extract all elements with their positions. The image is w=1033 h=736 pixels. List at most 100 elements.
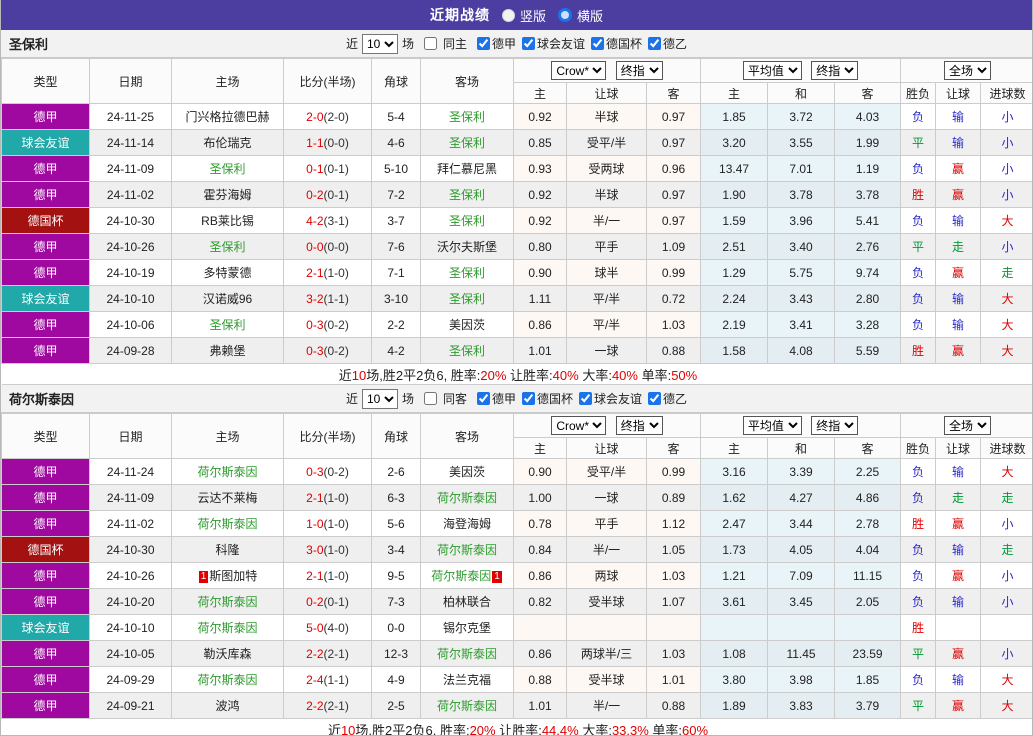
league-checkbox[interactable] [522,391,535,405]
away-team-link[interactable]: 圣保利 [449,214,485,228]
home-team-link[interactable]: 波鸿 [215,699,239,713]
league-filter-1[interactable]: 德甲 [471,390,516,407]
home-team-link[interactable]: 科隆 [215,543,239,557]
league-filter-2[interactable]: 德国杯 [516,390,573,407]
average-select[interactable]: 平均值 [742,416,802,435]
odds-handicap-cell: 半/一 [566,536,647,563]
score-cell: 2-1(1-0) [283,484,372,511]
avg-draw-cell: 4.05 [767,536,836,563]
league-checkbox[interactable] [579,391,593,405]
odds-away-cell: 0.97 [645,181,702,208]
match-date: 24-10-30 [89,536,172,563]
handicap-result-cell: 赢 [935,155,982,182]
layout-radio-horizontal[interactable]: 横版 [558,6,603,25]
away-team-link[interactable]: 圣保利 [449,292,485,306]
away-team-link[interactable]: 圣保利 [449,344,485,358]
away-team-link[interactable]: 荷尔斯泰因 [437,543,497,557]
away-team-link[interactable]: 拜仁慕尼黑 [437,162,497,176]
home-team-link[interactable]: 荷尔斯泰因 [197,621,257,635]
league-filter-3[interactable]: 德国杯 [585,35,642,52]
final-odds-select[interactable]: 终指 [615,61,663,80]
score-cell: 5-0(4-0) [283,614,372,641]
away-team-link[interactable]: 锡尔克堡 [443,621,491,635]
home-team-link[interactable]: 弗赖堡 [209,344,245,358]
away-team-link[interactable]: 美因茨 [449,465,485,479]
halftime-score: (1-0) [323,265,349,280]
league-type-cell: 球会友谊 [1,285,90,312]
col-type: 类型 [1,413,90,459]
result-cell: 负 [900,666,937,693]
league-checkbox[interactable] [476,391,490,405]
same-venue-checkbox[interactable] [423,392,437,405]
away-team-cell: 锡尔克堡 [420,614,514,641]
home-team-link[interactable]: 圣保利 [209,162,245,176]
away-team-link[interactable]: 圣保利 [449,136,485,150]
corner-cell: 4-2 [371,337,421,364]
average-select[interactable]: 平均值 [742,61,802,80]
halftime-score: (0-0) [323,135,349,150]
score-cell: 3-2(1-1) [283,285,372,312]
league-filter-4[interactable]: 德乙 [642,390,687,407]
avg-draw-cell: 3.39 [767,458,836,485]
home-team-link[interactable]: 布伦瑞克 [203,136,251,150]
halftime-score: (0-1) [323,594,349,609]
games-count-select[interactable]: 10 [361,388,398,409]
home-team-link[interactable]: 霍芬海姆 [203,188,251,202]
away-team-link[interactable]: 圣保利 [449,110,485,124]
league-checkbox[interactable] [648,36,662,50]
same-venue-checkbox[interactable] [423,37,437,50]
league-checkbox[interactable] [648,391,662,405]
league-checkbox[interactable] [476,36,490,50]
result-cell: 胜 [900,510,937,537]
league-filter-4[interactable]: 德乙 [642,35,687,52]
home-team-link[interactable]: 圣保利 [209,318,245,332]
home-team-link[interactable]: 荷尔斯泰因 [197,465,257,479]
final-odds-select[interactable]: 终指 [615,416,663,435]
league-checkbox[interactable] [522,36,535,50]
home-team-link[interactable]: 勒沃库森 [203,647,251,661]
games-count-select[interactable]: 10 [361,33,398,54]
avg-away-cell: 3.28 [834,311,902,338]
bookmaker-select[interactable]: Crow* [551,61,607,80]
away-team-link[interactable]: 圣保利 [449,266,485,280]
away-team-cell: 荷尔斯泰因 [420,484,514,511]
away-team-link[interactable]: 柏林联合 [443,595,491,609]
result-cell: 负 [900,259,937,286]
match-row: 球会友谊 24-10-10 汉诺威96 3-2(1-1) 3-10 圣保利 1.11 平/半 0… [1,285,1032,312]
col-odds-handicap: 让球 [566,437,647,459]
home-team-link[interactable]: 荷尔斯泰因 [197,517,257,531]
away-team-link[interactable]: 荷尔斯泰因 [437,647,497,661]
fullmatch-select[interactable]: 全场 [944,416,992,435]
league-checkbox[interactable] [591,36,605,50]
league-filter-1[interactable]: 德甲 [471,35,516,52]
away-team-link[interactable]: 海登海姆 [443,517,491,531]
radio-selected-icon[interactable] [558,8,572,22]
handicap-result-cell: 输 [935,285,982,312]
home-team-link[interactable]: RB莱比锡 [201,214,254,228]
away-team-link[interactable]: 荷尔斯泰因 [437,699,497,713]
fullmatch-select[interactable]: 全场 [944,61,992,80]
home-team-link[interactable]: 荷尔斯泰因 [197,595,257,609]
home-team-link[interactable]: 荷尔斯泰因 [197,673,257,687]
home-team-link[interactable]: 云达不莱梅 [197,491,257,505]
radio-unselected-icon[interactable] [501,8,515,22]
away-team-link[interactable]: 沃尔夫斯堡 [437,240,497,254]
layout-radio-vertical[interactable]: 竖版 [501,6,546,25]
away-team-link[interactable]: 荷尔斯泰因 [431,569,491,583]
home-team-link[interactable]: 汉诺威96 [203,292,252,306]
away-team-link[interactable]: 圣保利 [449,188,485,202]
away-team-link[interactable]: 荷尔斯泰因 [437,491,497,505]
home-team-link[interactable]: 圣保利 [209,240,245,254]
avg-final-select[interactable]: 终指 [811,61,859,80]
away-team-link[interactable]: 美因茨 [449,318,485,332]
league-filter-2[interactable]: 球会友谊 [516,35,585,52]
home-team-link[interactable]: 门兴格拉德巴赫 [185,110,269,124]
home-team-link[interactable]: 多特蒙德 [203,266,251,280]
league-filter-3[interactable]: 球会友谊 [573,390,642,407]
away-team-link[interactable]: 法兰克福 [443,673,491,687]
results-table: 类型 日期 主场 比分(半场) 角球 客场 Crow* 终指 平均值 终指 全场… [1,413,1032,735]
home-team-link[interactable]: 斯图加特 [209,569,257,583]
bookmaker-select[interactable]: Crow* [551,416,607,435]
avg-away-cell: 5.59 [834,337,902,364]
avg-final-select[interactable]: 终指 [811,416,859,435]
